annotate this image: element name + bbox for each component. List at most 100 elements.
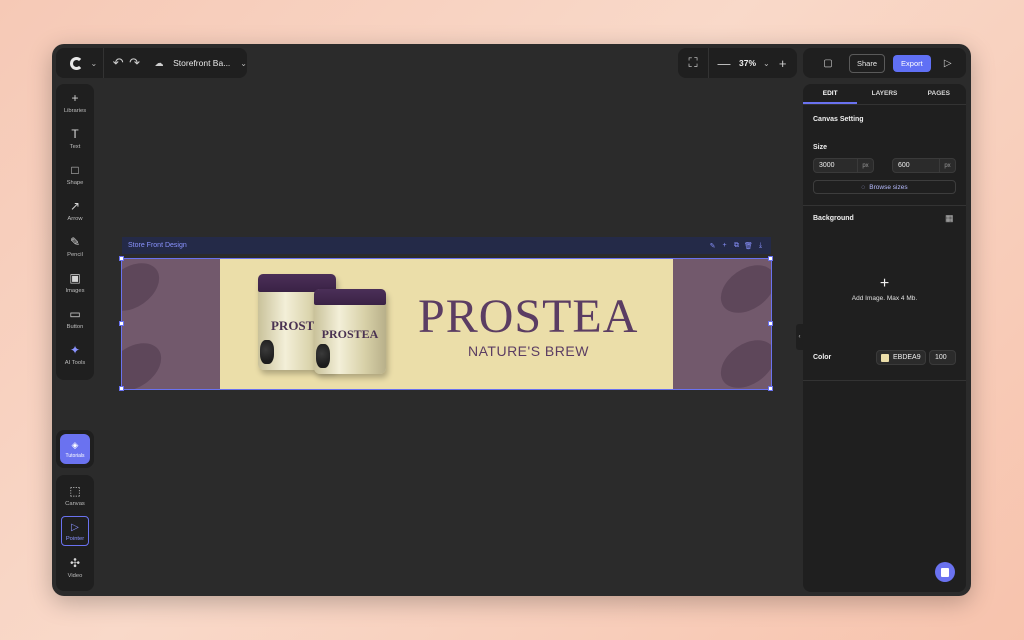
jar-lid [314, 289, 386, 305]
artboard-canvas[interactable]: PROSTE PROSTEA PROSTEA NATURE'S BREW [121, 258, 772, 390]
color-hex-value: EBDEA9 [893, 354, 921, 361]
divider [803, 380, 966, 381]
leaf-shape [122, 333, 171, 389]
tutorials-panel: ◈ Tutorials [56, 430, 94, 468]
berries-image [316, 344, 330, 368]
left-side-panel [122, 259, 220, 389]
artboard-name[interactable]: Store Front Design [128, 242, 708, 249]
resize-handle[interactable] [768, 386, 773, 391]
opacity-field[interactable]: 100 [929, 350, 956, 365]
browse-sizes-label: Browse sizes [869, 183, 908, 191]
canvas-setting-title: Canvas Setting [813, 116, 864, 123]
chat-icon [941, 567, 949, 577]
divider [708, 48, 709, 78]
checker-icon[interactable]: ▦ [945, 213, 954, 224]
add-image-area[interactable]: + Add Image. Max 4 Mb. [803, 275, 966, 303]
play-icon[interactable]: ▷ [939, 58, 957, 69]
tool-images[interactable]: ▣ Images [56, 264, 94, 300]
share-button[interactable]: Share [849, 53, 886, 73]
resize-handle[interactable] [768, 321, 773, 326]
undo-icon[interactable]: ↶ [110, 55, 126, 71]
brand-title[interactable]: PROSTEA [418, 289, 638, 344]
chat-button[interactable] [935, 562, 955, 582]
ai-icon: ✦ [69, 342, 81, 357]
button-icon: ▭ [69, 306, 81, 321]
zoom-level[interactable]: 37% [739, 58, 756, 68]
brand-subtitle[interactable]: NATURE'S BREW [468, 343, 589, 359]
tool-label: Arrow [67, 215, 83, 222]
divider [803, 205, 966, 206]
square-icon: □ [71, 162, 79, 177]
artboard-header: Store Front Design ✎ + ⧉ 🗑 ⤓ [122, 237, 771, 254]
height-field[interactable]: 600 px [892, 158, 956, 173]
plus-icon: + [879, 275, 890, 292]
tool-button[interactable]: ▭ Button [56, 300, 94, 336]
tool-ai-tools[interactable]: ✦ AI Tools [56, 336, 94, 372]
berries-image [260, 340, 274, 364]
right-side-panel [673, 259, 771, 389]
arrow-icon: ↗ [69, 198, 81, 213]
tool-arrow[interactable]: ↗ Arrow [56, 192, 94, 228]
width-field[interactable]: 3000 px [813, 158, 874, 173]
zoom-bar: ⛶ — 37% ⌄ + [678, 48, 797, 78]
cloud-icon: ☁ [154, 57, 164, 68]
zoom-in-icon[interactable]: + [774, 56, 792, 71]
layers-icon: ◈ [71, 439, 79, 450]
export-button[interactable]: Export [893, 54, 931, 72]
chevron-down-icon[interactable]: ⌄ [763, 59, 770, 68]
g-logo-icon[interactable] [64, 48, 89, 78]
project-name[interactable]: Storefront Ba... [173, 58, 230, 68]
redo-icon[interactable]: ↷ [126, 55, 142, 71]
collapse-panel-handle[interactable]: ‹ [796, 324, 803, 350]
duplicate-icon[interactable]: ⧉ [732, 242, 741, 250]
comment-icon[interactable]: ▢ [819, 58, 837, 69]
tool-libraries[interactable]: + Libraries [56, 84, 94, 120]
plus-icon: + [71, 90, 79, 105]
tool-canvas[interactable]: ⬚ Canvas [56, 477, 94, 513]
add-icon[interactable]: + [720, 242, 729, 250]
bottom-toolbar: ⬚ Canvas ▷ Pointer ✣ Video [56, 475, 94, 591]
resize-handle[interactable] [119, 256, 124, 261]
left-toolbar: + Libraries T Text □ Shape ↗ Arrow ✎ Pen… [56, 84, 94, 380]
refresh-icon: ◌ [861, 183, 866, 191]
fit-screen-icon[interactable]: ⛶ [684, 55, 702, 71]
tutorials-label: Tutorials [65, 452, 85, 459]
tab-edit[interactable]: EDIT [803, 84, 858, 104]
resize-handle[interactable] [119, 386, 124, 391]
chevron-down-icon[interactable]: ⌄ [90, 59, 97, 68]
tool-video[interactable]: ✣ Video [56, 549, 94, 585]
height-value: 600 [898, 162, 910, 169]
unit-label: px [857, 159, 873, 172]
pointer-active-frame: ▷ Pointer [61, 516, 89, 546]
color-swatch[interactable] [881, 353, 889, 362]
tab-pages[interactable]: PAGES [912, 84, 966, 104]
edit-icon[interactable]: ✎ [708, 242, 717, 250]
tutorials-button[interactable]: ◈ Tutorials [60, 434, 90, 464]
resize-handle[interactable] [768, 256, 773, 261]
tool-label: Images [65, 287, 85, 294]
tool-label: Libraries [63, 107, 87, 114]
tool-label: Text [69, 143, 81, 150]
text-icon: T [71, 126, 79, 141]
tool-pencil[interactable]: ✎ Pencil [56, 228, 94, 264]
browse-sizes-button[interactable]: ◌ Browse sizes [813, 180, 956, 194]
color-hex-field[interactable]: EBDEA9 [876, 350, 926, 365]
tool-label: Shape [66, 179, 84, 186]
tool-label: AI Tools [64, 359, 86, 366]
product-jar-small[interactable]: PROSTEA [314, 289, 386, 374]
divider [103, 48, 105, 78]
image-icon: ▣ [69, 270, 81, 285]
chevron-down-icon[interactable]: ⌄ [240, 59, 247, 68]
jar-label: PROSTEA [321, 327, 379, 341]
tool-text[interactable]: T Text [56, 120, 94, 156]
zoom-out-icon[interactable]: — [715, 56, 733, 71]
leaf-shape [711, 259, 771, 323]
delete-icon[interactable]: 🗑 [744, 242, 753, 250]
download-icon[interactable]: ⤓ [756, 242, 765, 250]
tool-shape[interactable]: □ Shape [56, 156, 94, 192]
tab-layers[interactable]: LAYERS [857, 84, 911, 104]
tool-label: Pointer [65, 535, 85, 542]
color-label: Color [813, 354, 832, 361]
tool-pointer[interactable]: ▷ Pointer [56, 513, 94, 549]
resize-handle[interactable] [119, 321, 124, 326]
